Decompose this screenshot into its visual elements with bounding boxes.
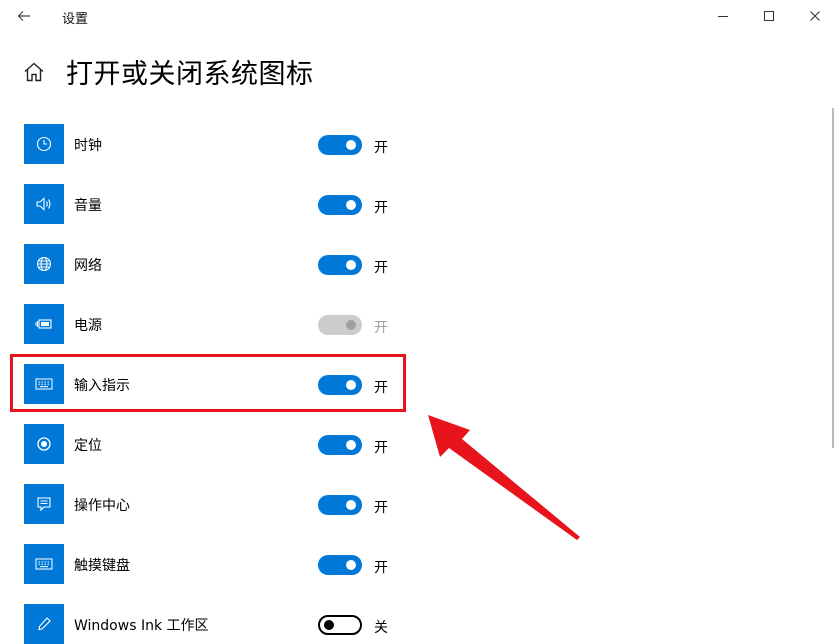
toggle-state: 关	[374, 620, 388, 636]
volume-toggle[interactable]	[318, 195, 362, 215]
item-label: 网络	[74, 258, 102, 274]
toggle-state: 开	[374, 200, 388, 216]
list-item-location: 定位 开	[24, 424, 414, 464]
list-item-power: 电源 开	[24, 304, 414, 344]
toggle-state: 开	[374, 500, 388, 516]
title-bar: 设置	[0, 0, 838, 34]
location-toggle[interactable]	[318, 435, 362, 455]
toggle-state: 开	[374, 560, 388, 576]
battery-icon	[35, 319, 52, 329]
toggle-knob	[346, 320, 356, 330]
back-arrow-icon	[17, 11, 30, 21]
item-label: 触摸键盘	[74, 558, 130, 574]
action-center-tile	[24, 484, 64, 524]
back-button[interactable]	[10, 4, 38, 28]
location-tile	[24, 424, 64, 464]
close-button[interactable]	[792, 0, 838, 32]
list-item-action-center: 操作中心 开	[24, 484, 414, 524]
toggle-state: 开	[374, 320, 388, 336]
toggle-knob	[346, 500, 356, 510]
clock-toggle[interactable]	[318, 135, 362, 155]
power-tile	[24, 304, 64, 344]
toggle-knob	[346, 440, 356, 450]
toggle-knob	[346, 260, 356, 270]
network-toggle[interactable]	[318, 255, 362, 275]
list-item-touch-keyboard: 触摸键盘 开	[24, 544, 414, 584]
item-label: Windows Ink 工作区	[74, 618, 209, 634]
pen-icon	[38, 617, 51, 631]
toggle-state: 开	[374, 140, 388, 156]
list-item-network: 网络 开	[24, 244, 414, 284]
item-label: 时钟	[74, 138, 102, 154]
maximize-icon	[764, 11, 774, 21]
volume-tile	[24, 184, 64, 224]
windows-ink-toggle[interactable]	[318, 615, 362, 635]
network-tile	[24, 244, 64, 284]
toggle-knob	[346, 140, 356, 150]
globe-icon	[36, 256, 52, 272]
home-button[interactable]	[22, 60, 46, 84]
touch-keyboard-tile	[24, 544, 64, 584]
action-center-icon	[37, 497, 51, 512]
home-icon	[24, 62, 44, 82]
list-item-windows-ink: Windows Ink 工作区 关	[24, 604, 414, 644]
touch-keyboard-toggle[interactable]	[318, 555, 362, 575]
windows-ink-tile	[24, 604, 64, 644]
item-label: 音量	[74, 198, 102, 214]
maximize-button[interactable]	[746, 0, 792, 32]
list-item-clock: 时钟 开	[24, 124, 414, 164]
minimize-button[interactable]	[700, 0, 746, 32]
scrollbar[interactable]	[832, 108, 834, 448]
app-title: 设置	[62, 12, 89, 27]
toggle-state: 开	[374, 260, 388, 276]
volume-icon	[36, 197, 51, 211]
highlight-box	[10, 354, 406, 412]
keyboard-icon	[35, 558, 53, 570]
item-label: 定位	[74, 438, 102, 454]
close-icon	[810, 11, 820, 21]
action-center-toggle[interactable]	[318, 495, 362, 515]
location-icon	[37, 437, 51, 451]
toggle-state: 开	[374, 440, 388, 456]
list-item-volume: 音量 开	[24, 184, 414, 224]
toggle-knob	[324, 620, 334, 630]
page-title: 打开或关闭系统图标	[66, 59, 314, 90]
toggle-knob	[346, 200, 356, 210]
minimize-icon	[718, 16, 728, 17]
annotation-arrow-icon	[428, 415, 580, 540]
clock-tile	[24, 124, 64, 164]
item-label: 操作中心	[74, 498, 130, 514]
item-label: 电源	[74, 318, 102, 334]
power-toggle	[318, 315, 362, 335]
clock-icon	[36, 136, 52, 152]
toggle-knob	[346, 560, 356, 570]
